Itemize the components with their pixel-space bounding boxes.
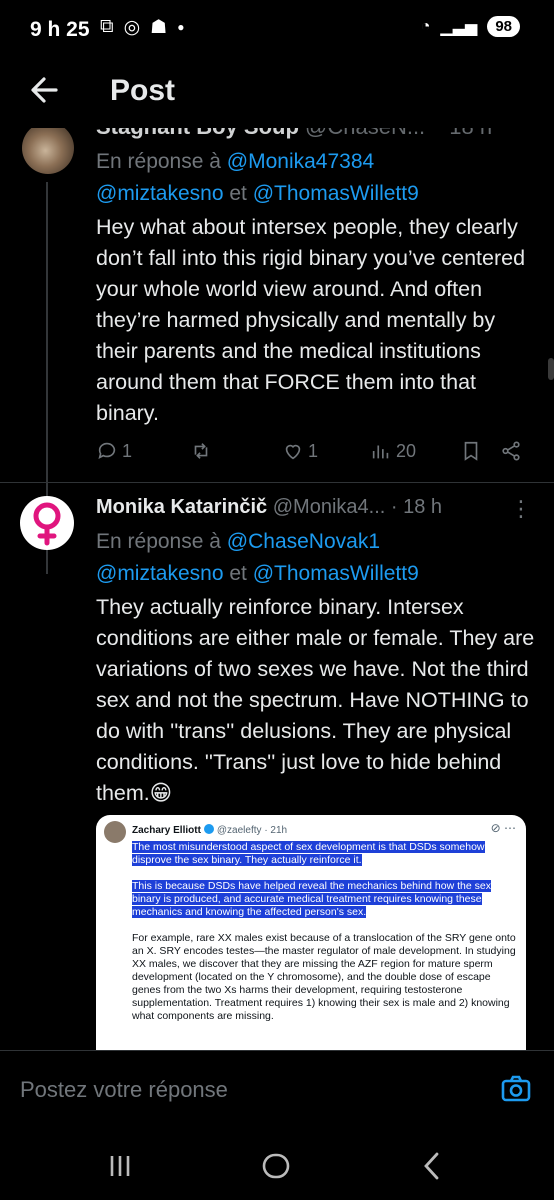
main-author-name[interactable]: Monika Katarinčič (96, 496, 267, 518)
reply-icon (98, 442, 116, 459)
main-author-line[interactable]: Monika Katarinčič @Monika4... · 18 h (96, 496, 442, 519)
views-button[interactable]: 20 (370, 440, 416, 462)
post-divider (0, 482, 554, 483)
main-post-text: They actually reinforce binary. Intersex… (96, 595, 535, 805)
mention-link[interactable]: @ChaseNovak1 (227, 530, 380, 553)
status-bar: 9 h 25 ⧉ ◎ ☗ ● ◔ ▁▃▅ 98 (0, 0, 554, 58)
embed-author-name: Zachary Elliott (132, 825, 201, 836)
signal-icon: ▁▃▅ (440, 18, 478, 36)
back-arrow-icon[interactable] (26, 70, 66, 110)
embed-paragraph-1: The most misunderstood aspect of sex dev… (132, 841, 485, 866)
app-header: Post (0, 58, 554, 128)
share-icon (502, 441, 520, 461)
system-nav-bar (0, 1126, 554, 1200)
wifi-icon: ◔ (420, 17, 431, 35)
female-symbol-icon (33, 502, 61, 546)
embed-tools-icon: ⊘ ⋯ (490, 821, 516, 835)
share-button[interactable] (500, 440, 522, 462)
like-button[interactable]: 1 (282, 440, 318, 462)
reply-and: et (229, 562, 247, 585)
embed-paragraph-3: For example, rare XX males exist because… (132, 932, 516, 1022)
screenshot-icon: ⧉ (100, 16, 114, 37)
main-post-time: 18 h (403, 496, 443, 518)
embed-paragraph-2: This is because DSDs have helped reveal … (132, 880, 491, 918)
views-icon (372, 445, 389, 459)
scrollbar[interactable] (548, 358, 554, 380)
status-time: 9 h 25 (30, 18, 90, 41)
bookmark-button[interactable] (460, 440, 482, 462)
embed-avatar (104, 821, 126, 843)
reply-composer: Postez votre réponse (0, 1050, 554, 1126)
reply-button[interactable]: 1 (96, 440, 132, 462)
repost-icon (194, 443, 208, 459)
post-thread[interactable]: Stagnant Boy Soup @ChaseN... 18 h En rép… (0, 110, 554, 1050)
mention-link[interactable]: @miztakesno (96, 182, 224, 205)
reply-prefix: En réponse à (96, 150, 221, 173)
more-options-icon[interactable]: ⋮ (510, 496, 532, 522)
page-title: Post (110, 74, 176, 107)
reply-and: et (229, 182, 247, 205)
embed-header: Zachary Elliott @zaelefty · 21h (132, 824, 287, 836)
views-count: 20 (396, 440, 417, 461)
mention-link[interactable]: @miztakesno (96, 562, 224, 585)
verified-icon (203, 824, 214, 834)
embedded-image[interactable]: Zachary Elliott @zaelefty · 21h ⊘ ⋯ The m… (96, 815, 526, 1050)
main-author-handle[interactable]: @Monika4... (273, 496, 386, 518)
back-nav-icon[interactable] (412, 1146, 452, 1186)
like-count: 1 (308, 440, 319, 461)
embed-time: · 21h (264, 825, 288, 836)
notification-icons: ⧉ ◎ ☗ ● (100, 16, 184, 39)
status-right: ◔ ▁▃▅ 98 (421, 16, 520, 37)
more-notifications-icon: ● (177, 20, 185, 34)
home-icon[interactable] (256, 1146, 296, 1186)
repost-button[interactable] (190, 440, 212, 462)
embed-text: The most misunderstood aspect of sex dev… (132, 841, 516, 1036)
reply-prefix: En réponse à (96, 530, 221, 553)
avatar-parent-author[interactable] (22, 122, 74, 174)
camera-icon[interactable] (500, 1073, 532, 1105)
bookmark-icon (464, 441, 478, 461)
mention-link[interactable]: @ThomasWillett9 (253, 562, 419, 585)
parent-post-text: Hey what about intersex people, they cle… (96, 215, 526, 425)
recent-apps-icon[interactable] (100, 1146, 140, 1186)
time-separator: · (390, 496, 398, 518)
messenger-icon: ◎ (123, 17, 141, 38)
battery-indicator: 98 (487, 16, 520, 37)
parent-post-actions: 1 1 20 (96, 440, 526, 476)
embed-author-handle: @zaelefty (216, 825, 262, 836)
parent-reply-context: En réponse à @Monika47384 @miztakesno et… (96, 146, 536, 210)
mention-link[interactable]: @ThomasWillett9 (253, 182, 419, 205)
avatar-main-author[interactable] (20, 496, 74, 550)
main-reply-context: En réponse à @ChaseNovak1 @miztakesno et… (96, 526, 536, 590)
heart-icon (285, 444, 301, 460)
mention-link[interactable]: @Monika47384 (227, 150, 374, 173)
snapchat-icon: ☗ (150, 17, 168, 38)
reply-count: 1 (122, 440, 133, 461)
reply-input[interactable]: Postez votre réponse (20, 1077, 228, 1103)
